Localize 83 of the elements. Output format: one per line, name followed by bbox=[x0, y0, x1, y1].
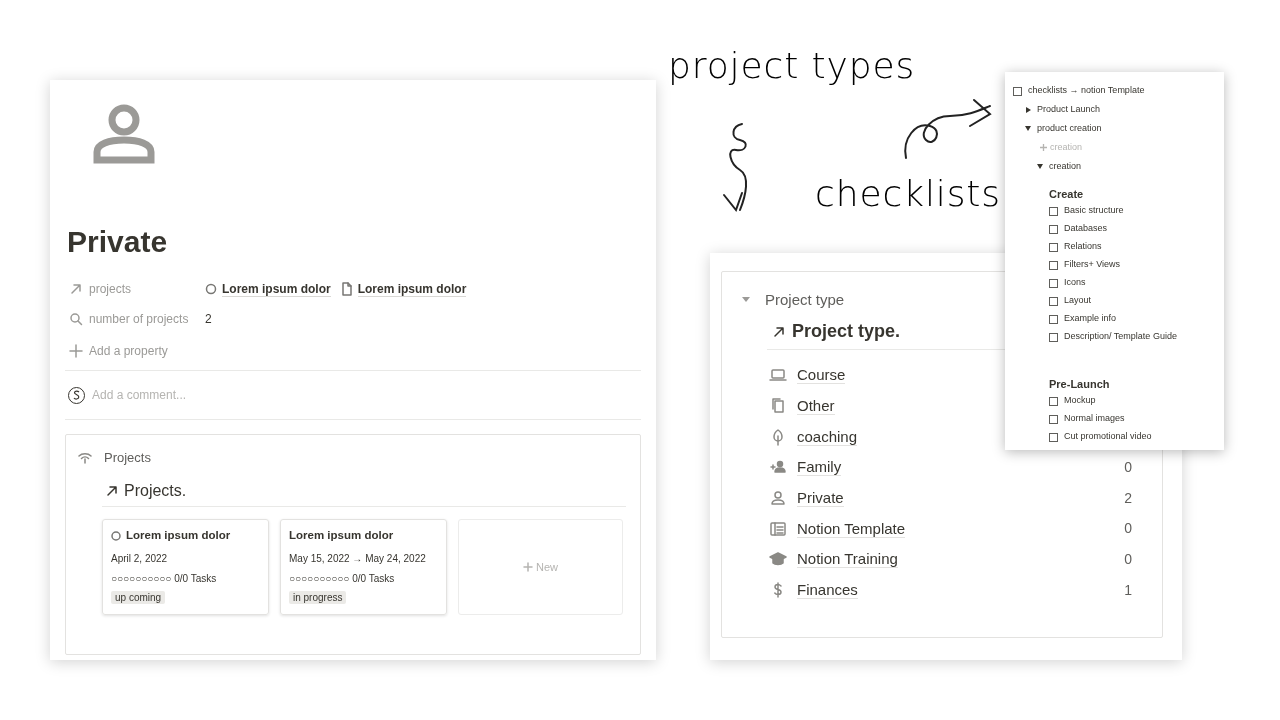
project-count: 0 bbox=[1124, 549, 1132, 569]
circle-icon bbox=[205, 283, 217, 295]
checklist-item: Icons bbox=[1064, 276, 1086, 290]
checklist-heading: Create bbox=[1049, 186, 1084, 202]
toggle-label[interactable]: product creation bbox=[1037, 121, 1102, 136]
copy-icon bbox=[769, 397, 787, 416]
checkbox[interactable] bbox=[1049, 296, 1058, 306]
handwritten-label: checklists bbox=[815, 176, 1002, 212]
arrow-icon bbox=[773, 325, 785, 338]
project-type-link[interactable]: Private bbox=[797, 489, 844, 508]
view-label: Projects bbox=[104, 449, 151, 468]
card-progress: ○○○○○○○○○○ 0/0 Tasks bbox=[289, 572, 396, 586]
card-title: Lorem ipsum dolor bbox=[289, 528, 394, 544]
plus-icon bbox=[1040, 144, 1047, 151]
checkbox[interactable] bbox=[1049, 242, 1058, 252]
project-card[interactable]: Lorem ipsum dolor April 2, 2022 ○○○○○○○○○○ 0/0 Tasks up coming bbox=[102, 519, 269, 615]
checkbox[interactable] bbox=[1013, 86, 1022, 96]
checkbox[interactable] bbox=[1049, 432, 1058, 442]
property-label: projects bbox=[89, 281, 133, 298]
wifi-icon bbox=[78, 452, 92, 464]
property-value: 2 bbox=[205, 311, 212, 328]
project-type-link[interactable]: Other bbox=[797, 397, 835, 416]
checklist-item: Databases bbox=[1064, 222, 1108, 236]
person-icon bbox=[92, 102, 156, 166]
arrow-icon bbox=[106, 484, 118, 497]
project-type-link[interactable]: Notion Training bbox=[797, 550, 898, 569]
handwritten-label: project types bbox=[668, 48, 916, 84]
project-type-link[interactable]: Course bbox=[797, 366, 846, 385]
checkbox[interactable] bbox=[1049, 206, 1058, 216]
page-icon bbox=[340, 282, 353, 296]
checkbox[interactable] bbox=[1049, 396, 1058, 406]
circle-icon bbox=[111, 531, 121, 541]
checklist-item: Filters+ Views bbox=[1064, 258, 1121, 272]
checklist-item: Mockup bbox=[1064, 394, 1096, 408]
relation-link[interactable]: Lorem ipsum dolor bbox=[357, 281, 467, 297]
checklist-item: Normal images bbox=[1064, 412, 1125, 426]
project-count: 0 bbox=[1124, 457, 1132, 477]
checkbox[interactable] bbox=[1049, 224, 1058, 234]
card-date: April 2, 2022 bbox=[111, 552, 169, 566]
toggle-triangle-icon[interactable] bbox=[1025, 126, 1031, 131]
project-count: 0 bbox=[1124, 519, 1132, 539]
checklist-item: Basic structure bbox=[1064, 204, 1124, 218]
checklist-item: Layout bbox=[1064, 294, 1092, 308]
project-type-link[interactable]: Finances bbox=[797, 581, 858, 600]
checklist-item: checklists → notion Template bbox=[1028, 84, 1145, 98]
toggle-label[interactable]: Product Launch bbox=[1037, 102, 1101, 117]
project-count: 1 bbox=[1124, 580, 1132, 600]
toggle-triangle-icon[interactable] bbox=[741, 297, 751, 303]
plus-icon bbox=[523, 562, 533, 572]
toggle-triangle-icon[interactable] bbox=[1025, 106, 1031, 113]
toggle-label[interactable]: creation bbox=[1049, 159, 1082, 174]
status-tag: up coming bbox=[111, 591, 166, 604]
card-progress: ○○○○○○○○○○ 0/0 Tasks bbox=[111, 572, 218, 586]
person-icon bbox=[769, 489, 787, 508]
search-icon bbox=[69, 312, 83, 326]
project-type-link[interactable]: Family bbox=[797, 458, 842, 477]
view-title[interactable]: Projects. bbox=[124, 478, 187, 503]
arrow-icon bbox=[69, 282, 83, 296]
checklist-item: Example info bbox=[1064, 312, 1117, 326]
toggle-label[interactable]: Project type bbox=[765, 288, 845, 312]
checklist-item: Relations bbox=[1064, 240, 1102, 254]
checklist-item: Description/ Template Guide bbox=[1064, 330, 1177, 344]
checkbox[interactable] bbox=[1049, 414, 1058, 424]
checkbox[interactable] bbox=[1049, 314, 1058, 324]
list-title[interactable]: Project type. bbox=[792, 318, 901, 345]
project-type-link[interactable]: coaching bbox=[797, 427, 858, 446]
project-count: 2 bbox=[1124, 488, 1132, 508]
property-label: number of projects bbox=[89, 311, 190, 328]
checkbox[interactable] bbox=[1049, 260, 1058, 270]
status-tag: in progress bbox=[289, 591, 347, 604]
toggle-triangle-icon[interactable] bbox=[1037, 164, 1043, 169]
checkbox[interactable] bbox=[1049, 332, 1058, 342]
checklist-item: Cut promotional video bbox=[1064, 430, 1152, 444]
card-title: Lorem ipsum dolor bbox=[126, 528, 231, 544]
checkbox[interactable] bbox=[1049, 278, 1058, 288]
table-icon bbox=[769, 519, 787, 538]
card-date: May 15, 2022 → May 24, 2022 bbox=[289, 552, 427, 566]
project-card[interactable]: Lorem ipsum dolor May 15, 2022 → May 24, 2022 ○○○○○○○○○○ 0/0 Tasks in progress bbox=[280, 519, 447, 615]
plus-icon bbox=[69, 344, 83, 358]
project-type-link[interactable]: Notion Template bbox=[797, 519, 906, 538]
page-title: Private bbox=[67, 224, 169, 260]
relation-link[interactable]: Lorem ipsum dolor bbox=[222, 281, 331, 297]
checklist-heading: Pre-Launch bbox=[1049, 376, 1110, 392]
